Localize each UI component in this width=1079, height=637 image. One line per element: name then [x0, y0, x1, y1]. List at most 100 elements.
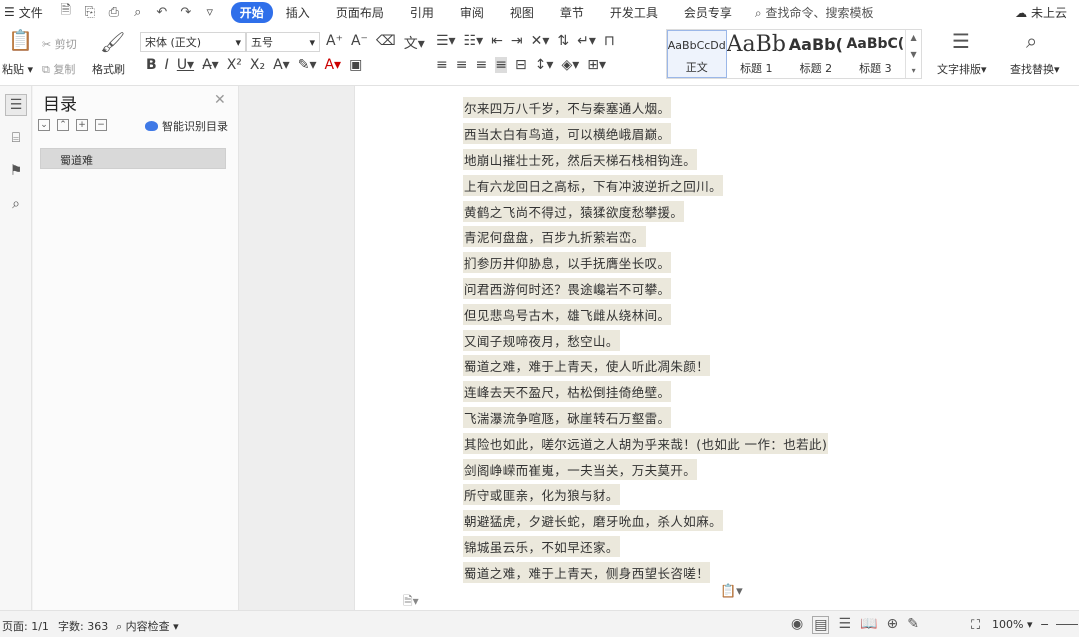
tab-developer[interactable]: 开发工具	[597, 2, 671, 23]
align-center-icon[interactable]: ≡	[456, 57, 468, 73]
reading-view-icon[interactable]: 📖	[860, 616, 877, 634]
borders-icon[interactable]: ⊞▾	[587, 57, 606, 73]
distribute-icon[interactable]: ⊟	[515, 57, 527, 73]
italic-icon[interactable]: I	[165, 57, 169, 73]
document-line[interactable]: 剑阁峥嵘而崔嵬，一夫当关，万夫莫开。	[463, 456, 828, 482]
text-layout-button[interactable]: 文字排版▾	[937, 61, 987, 77]
underline-icon[interactable]: U▾	[177, 57, 194, 73]
paste-button[interactable]: 粘贴 ▾	[2, 61, 33, 77]
style-heading-3[interactable]: AaBbC( 标题 3	[846, 30, 906, 78]
document-line[interactable]: 又闻子规啼夜月，愁空山。	[463, 327, 828, 353]
document-line[interactable]: 尔来四万八千岁，不与秦塞通人烟。	[463, 95, 828, 121]
bookmark-icon[interactable]: ⚑	[5, 160, 27, 182]
bullet-list-icon[interactable]: ☰▾	[436, 33, 456, 49]
superscript-icon[interactable]: X²	[227, 57, 242, 73]
print-icon[interactable]: ⎙	[105, 5, 123, 20]
zoom-out-button[interactable]: −	[1040, 618, 1049, 631]
write-mode-icon[interactable]: ✎	[907, 616, 919, 634]
chapter-icon[interactable]: ⌸	[5, 127, 27, 149]
char-border-icon[interactable]: ▣	[349, 57, 362, 73]
file-menu[interactable]: ☰ 文件	[0, 4, 43, 21]
tab-insert[interactable]: 插入	[273, 2, 323, 23]
document-line[interactable]: 锦城虽云乐，不如早还家。	[463, 534, 828, 560]
save-icon[interactable]: 🗎	[57, 1, 75, 23]
font-color-icon[interactable]: A▾	[324, 57, 341, 73]
highlight-icon[interactable]: ✎▾	[298, 57, 317, 73]
redo-icon[interactable]: ↷	[177, 5, 195, 20]
chevron-down-icon[interactable]: ▼	[911, 50, 917, 59]
cloud-status[interactable]: ☁ 未上云	[1015, 4, 1067, 21]
show-marks-icon[interactable]: ↵▾	[577, 33, 596, 49]
cut-button[interactable]: ✂ 剪切	[42, 36, 77, 52]
chinese-layout-icon[interactable]: ✕▾	[531, 33, 550, 49]
chevron-up-icon[interactable]: ▲	[911, 33, 917, 42]
smart-toc-button[interactable]: 智能识别目录	[145, 118, 228, 134]
undo-icon[interactable]: ↶	[153, 5, 171, 20]
shrink-font-icon[interactable]: A⁻	[351, 33, 368, 53]
style-heading-2[interactable]: AaBb( 标题 2	[786, 30, 846, 78]
zoom-slider[interactable]	[1056, 624, 1078, 625]
copy-button[interactable]: ⧉ 复制	[42, 61, 75, 77]
phonetic-guide-icon[interactable]: 文▾	[404, 33, 425, 53]
print-preview-icon[interactable]: ⌕	[129, 5, 147, 20]
align-right-icon[interactable]: ≡	[475, 57, 487, 73]
styles-scroll[interactable]: ▲ ▼ ▾	[905, 30, 921, 78]
tabs-icon[interactable]: ⊓	[604, 33, 615, 49]
remove-level-icon[interactable]: −	[95, 119, 107, 131]
paste-icon[interactable]: 📋	[8, 28, 33, 52]
document-line[interactable]: 但见悲鸟号古木，雄飞雌从绕林间。	[463, 301, 828, 327]
document-line[interactable]: 扪参历井仰胁息，以手抚膺坐长叹。	[463, 250, 828, 276]
text-effect-icon[interactable]: A▾	[273, 57, 290, 73]
document-line[interactable]: 青泥何盘盘，百步九折萦岩峦。	[463, 224, 828, 250]
document-line[interactable]: 朝避猛虎，夕避长蛇，磨牙吮血，杀人如麻。	[463, 508, 828, 534]
content-check-button[interactable]: ⌕ 内容检查 ▾	[116, 618, 179, 634]
find-replace-button[interactable]: 查找替换▾	[1010, 61, 1060, 77]
document-text[interactable]: 尔来四万八千岁，不与秦塞通人烟。 西当太白有鸟道，可以横绝峨眉巅。 地崩山摧壮士死，…	[463, 95, 829, 585]
document-line[interactable]: 飞湍瀑流争喧豗，砯崖转石万壑雷。	[463, 405, 828, 431]
document-line[interactable]: 地崩山摧壮士死，然后天梯石栈相钩连。	[463, 147, 828, 173]
shading-icon[interactable]: ◈▾	[561, 57, 579, 73]
document-line[interactable]: 黄鹤之飞尚不得过，猿猱欲度愁攀援。	[463, 198, 828, 224]
expand-icon[interactable]: ▾	[912, 66, 916, 75]
increase-indent-icon[interactable]: ⇥	[511, 33, 523, 49]
tab-page-layout[interactable]: 页面布局	[323, 2, 397, 23]
strikethrough-icon[interactable]: A̶▾	[202, 57, 219, 73]
tab-member[interactable]: 会员专享	[671, 2, 745, 23]
magnifier-icon[interactable]: ⌕	[1026, 29, 1037, 53]
customize-dropdown-icon[interactable]: ▿	[201, 5, 219, 20]
page-indicator[interactable]: 页面: 1/1	[2, 618, 49, 634]
paste-options-icon[interactable]: 📋▾	[720, 584, 743, 599]
search-icon[interactable]: ⌕	[5, 193, 27, 215]
add-level-icon[interactable]: +	[76, 119, 88, 131]
document-line[interactable]: 上有六龙回日之高标，下有冲波逆折之回川。	[463, 172, 828, 198]
format-painter-icon[interactable]: 🖌	[100, 30, 125, 54]
tab-references[interactable]: 引用	[397, 2, 447, 23]
line-spacing-icon[interactable]: ↕▾	[535, 57, 554, 73]
tab-section[interactable]: 章节	[547, 2, 597, 23]
collapse-all-icon[interactable]: ⌃	[57, 119, 69, 131]
document-line[interactable]: 其险也如此，嗟尔远道之人胡为乎来哉！(也如此 一作：也若此)	[463, 430, 829, 456]
clear-format-icon[interactable]: ⌫	[376, 33, 396, 53]
decrease-indent-icon[interactable]: ⇤	[491, 33, 503, 49]
document-line[interactable]: 问君西游何时还？畏途巉岩不可攀。	[463, 276, 828, 302]
format-painter-button[interactable]: 格式刷	[92, 61, 125, 77]
document-line[interactable]: 连峰去天不盈尺，枯松倒挂倚绝壁。	[463, 379, 828, 405]
subscript-icon[interactable]: X₂	[250, 57, 265, 73]
tab-view[interactable]: 视图	[497, 2, 547, 23]
document-line[interactable]: 蜀道之难，难于上青天，使人听此凋朱颜！	[463, 353, 828, 379]
outline-icon[interactable]: ☰	[5, 94, 27, 116]
outline-view-icon[interactable]: ☰	[838, 616, 851, 634]
document-line[interactable]: 西当太白有鸟道，可以横绝峨眉巅。	[463, 121, 828, 147]
zoom-level[interactable]: 100% ▾	[992, 618, 1032, 631]
font-name-select[interactable]: 宋体 (正文) ▾	[140, 32, 246, 52]
export-icon[interactable]: ⎘	[81, 5, 99, 20]
tab-home[interactable]: 开始	[230, 1, 273, 23]
document-page[interactable]: 尔来四万八千岁，不与秦塞通人烟。 西当太白有鸟道，可以横绝峨眉巅。 地崩山摧壮士死，…	[354, 86, 1079, 610]
text-layout-icon[interactable]: ☰	[952, 29, 970, 53]
page-view-icon[interactable]: ▤	[812, 616, 830, 634]
bold-icon[interactable]: B	[146, 57, 157, 73]
toc-item[interactable]: 蜀道难	[40, 148, 226, 169]
tab-review[interactable]: 审阅	[447, 2, 497, 23]
style-heading-1[interactable]: AaBb 标题 1	[727, 30, 787, 78]
word-count[interactable]: 字数: 363	[58, 618, 108, 634]
